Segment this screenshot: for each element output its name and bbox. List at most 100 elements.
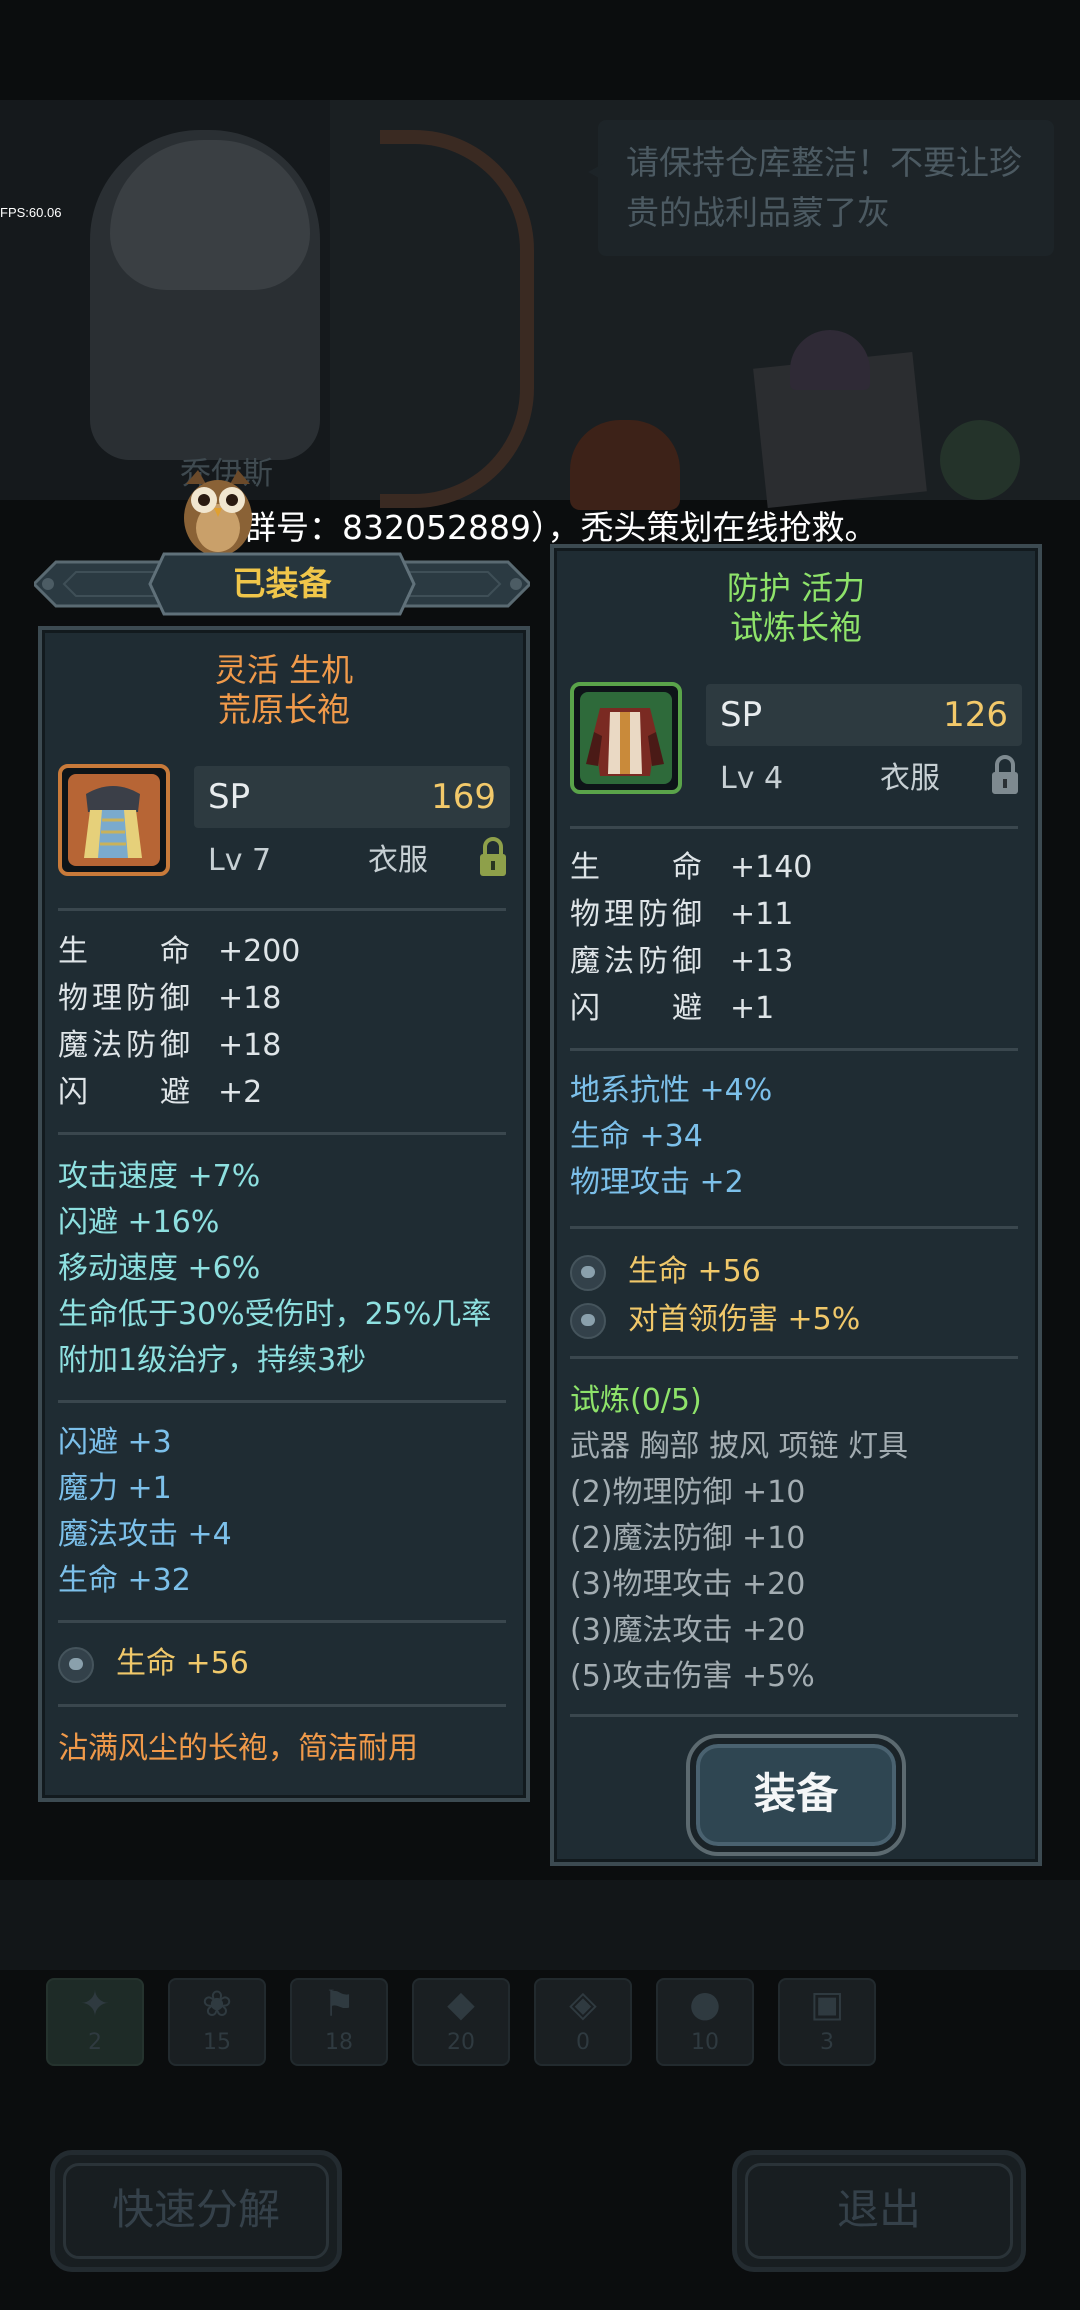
- divider: [570, 1226, 1018, 1229]
- divider: [58, 1400, 506, 1403]
- stat-value: +18: [218, 981, 282, 1016]
- stat-name: 生命: [570, 850, 702, 885]
- owl-mascot-icon: [184, 470, 252, 556]
- stat-value: +18: [218, 1028, 282, 1063]
- item-slot: 衣服: [368, 843, 428, 878]
- tab-count: 20: [447, 2030, 475, 2055]
- stat-name: 生命: [58, 934, 190, 969]
- flag-icon: ⚑: [322, 1984, 356, 2025]
- divider: [58, 1132, 506, 1135]
- equip-button[interactable]: 装备: [690, 1738, 902, 1852]
- divider: [58, 908, 506, 911]
- tab-gem[interactable]: ◆ 20: [412, 1978, 510, 2066]
- divider: [570, 826, 1018, 829]
- equipped-label: 已装备: [232, 564, 332, 603]
- level-row: Lv 4 衣服: [720, 754, 1020, 804]
- stat-name: 物理防御: [58, 981, 190, 1016]
- lock-icon[interactable]: [990, 754, 1020, 796]
- lock-icon[interactable]: [478, 836, 508, 878]
- stat-value: +1: [730, 991, 775, 1026]
- item-icon-frame[interactable]: [58, 764, 170, 876]
- tab-scroll[interactable]: ◈ 0: [534, 1978, 632, 2066]
- extra-stats: 地系抗性 +4% 生命 +34 物理攻击 +2: [570, 1068, 1010, 1206]
- sp-label: SP: [720, 695, 763, 735]
- stat-row: 魔法防御 +18: [58, 1022, 498, 1069]
- item-name: 荒原长袍: [218, 690, 350, 729]
- special-stat: 附加1级治疗，持续3秒: [58, 1343, 367, 1378]
- stat-name: 闪避: [58, 1075, 190, 1110]
- tab-count: 15: [203, 2030, 231, 2055]
- item-affixes: 灵活 生机: [214, 651, 354, 689]
- equipped-banner-label-wrap: 已装备: [34, 548, 530, 620]
- candidate-item-panel: 防护 活力 试炼长袍 SP 126 Lv 4 衣服 生命 +140 物理防御 +11…: [550, 544, 1042, 1866]
- tab-chest[interactable]: ▣ 3: [778, 1978, 876, 2066]
- item-icon-frame[interactable]: [570, 682, 682, 794]
- special-stat: 生命低于30%受伤时，25%几率: [58, 1297, 492, 1332]
- set-bonus: 试炼(0/5) 武器 胸部 披风 项链 灯具 (2)物理防御 +10 (2)魔法…: [570, 1378, 1030, 1700]
- fps-counter: FPS:60.06: [0, 205, 62, 220]
- scroll-icon: ◈: [569, 1984, 597, 2025]
- bg-shelf: [0, 1880, 1080, 1970]
- set-bonus-line: (2)魔法防御 +10: [570, 1521, 806, 1556]
- paw-icon: ❀: [201, 1984, 233, 2025]
- exit-button[interactable]: 退出: [732, 2150, 1026, 2272]
- stat-row: 物理防御 +18: [58, 975, 498, 1022]
- divider: [58, 1704, 506, 1707]
- special-stat: 攻击速度 +7%: [58, 1159, 261, 1194]
- ore-icon: ●: [689, 1984, 721, 2025]
- stat-name: 闪避: [570, 991, 702, 1026]
- item-level: Lv 4: [720, 761, 784, 796]
- claw-icon: ✦: [79, 1984, 111, 2025]
- divider: [58, 1620, 506, 1623]
- tab-flag[interactable]: ⚑ 18: [290, 1978, 388, 2066]
- stat-name: 魔法防御: [570, 944, 702, 979]
- item-name: 试炼长袍: [730, 608, 862, 647]
- set-title: 试炼(0/5): [570, 1383, 702, 1418]
- gem-stat: 对首领伤害 +5%: [628, 1302, 861, 1337]
- item-slot: 衣服: [880, 761, 940, 796]
- special-stat: 闪避 +16%: [58, 1205, 220, 1240]
- quick-decompose-button[interactable]: 快速分解: [50, 2150, 342, 2272]
- robe-icon: [84, 786, 142, 858]
- npc-speech-bubble: 请保持仓库整洁！不要让珍贵的战利品蒙了灰: [588, 120, 1054, 256]
- extra-stat: 闪避 +3: [58, 1425, 172, 1460]
- extra-stat: 生命 +32: [58, 1563, 191, 1598]
- chest-icon: ▣: [809, 1984, 844, 2025]
- extra-stat: 魔力 +1: [58, 1471, 172, 1506]
- extra-stat: 物理攻击 +2: [570, 1165, 744, 1200]
- tab-claw[interactable]: ✦ 2: [46, 1978, 144, 2066]
- tab-count: 3: [820, 2030, 834, 2055]
- set-bonus-line: (2)物理防御 +10: [570, 1475, 806, 1510]
- base-stats: 生命 +140 物理防御 +11 魔法防御 +13 闪避 +1: [570, 844, 1010, 1032]
- equipped-item-panel: 灵活 生机 荒原长袍 SP 169 Lv 7 衣服 生命 +200 物理防御 +18…: [38, 626, 530, 1802]
- chest-illustration: [570, 420, 680, 510]
- tab-paw[interactable]: ❀ 15: [168, 1978, 266, 2066]
- tab-count: 10: [691, 2030, 719, 2055]
- stat-value: +200: [218, 934, 301, 969]
- gem-row: 对首领伤害 +5%: [570, 1296, 1010, 1344]
- set-bonus-line: (3)魔法攻击 +20: [570, 1613, 806, 1648]
- extra-stats: 闪避 +3 魔力 +1 魔法攻击 +4 生命 +32: [58, 1420, 498, 1604]
- item-description: 沾满风尘的长袍，简洁耐用: [58, 1731, 418, 1766]
- set-bonus-line: (3)物理攻击 +20: [570, 1567, 806, 1602]
- stat-row: 闪避 +2: [58, 1069, 498, 1116]
- stat-name: 物理防御: [570, 897, 702, 932]
- extra-stat: 地系抗性 +4%: [570, 1073, 773, 1108]
- bow-illustration: [380, 130, 534, 508]
- stat-value: +2: [218, 1075, 263, 1110]
- extra-stat: 魔法攻击 +4: [58, 1517, 232, 1552]
- tab-count: 0: [576, 2030, 590, 2055]
- inventory-tabs: ✦ 2 ❀ 15 ⚑ 18 ◆ 20 ◈ 0 ● 10 ▣ 3: [46, 1978, 886, 2068]
- gem-socket-icon: [570, 1303, 606, 1339]
- robe-icon: [586, 708, 664, 776]
- stat-value: +11: [730, 897, 794, 932]
- level-row: Lv 7 衣服: [208, 836, 508, 886]
- item-level: Lv 7: [208, 843, 272, 878]
- divider: [570, 1356, 1018, 1359]
- sp-value: 126: [943, 695, 1008, 735]
- gem-socket-icon: [58, 1647, 94, 1683]
- potion-illustration: [940, 420, 1020, 500]
- tab-ore[interactable]: ● 10: [656, 1978, 754, 2066]
- divider: [570, 1048, 1018, 1051]
- base-stats: 生命 +200 物理防御 +18 魔法防御 +18 闪避 +2: [58, 928, 498, 1116]
